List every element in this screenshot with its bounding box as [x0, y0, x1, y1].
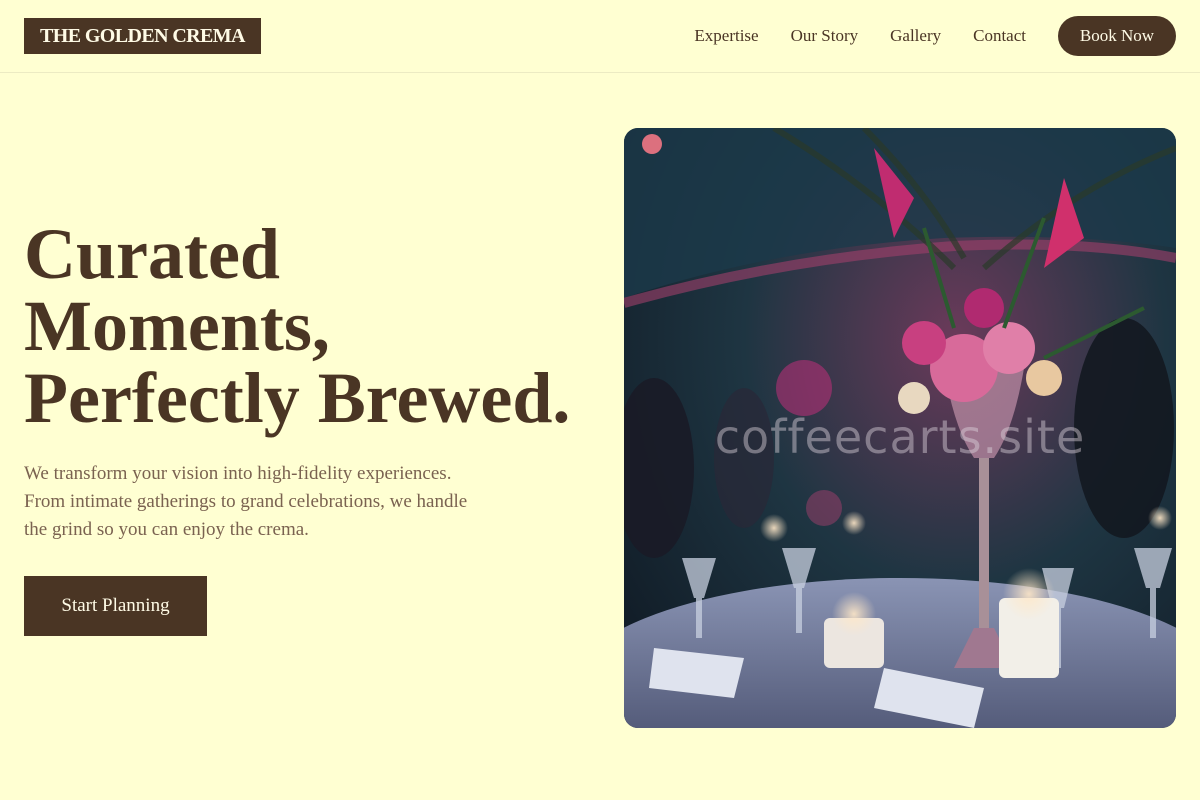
nav-link-our-story[interactable]: Our Story	[791, 26, 859, 46]
hero-subtitle: We transform your vision into high-fidel…	[24, 463, 468, 540]
hero-title-line-1: Curated	[24, 214, 280, 294]
book-now-button[interactable]: Book Now	[1058, 16, 1176, 56]
hero-title: Curated Moments, Perfectly Brewed.	[24, 218, 604, 434]
hero-title-line-2: Moments,	[24, 286, 330, 366]
hero-event-photo: coffeecarts.site	[624, 128, 1176, 728]
start-planning-button[interactable]: Start Planning	[24, 576, 207, 636]
nav-link-gallery[interactable]: Gallery	[890, 26, 941, 46]
nav-link-expertise[interactable]: Expertise	[694, 26, 758, 46]
image-watermark: coffeecarts.site	[714, 410, 1086, 464]
top-navbar: THE GOLDEN CREMA Expertise Our Story Gal…	[0, 0, 1200, 73]
brand-logo[interactable]: THE GOLDEN CREMA	[24, 18, 261, 54]
nav-link-contact[interactable]: Contact	[973, 26, 1026, 46]
main-nav: Expertise Our Story Gallery Contact Book…	[694, 16, 1176, 56]
hero-title-line-3: Perfectly Brewed.	[24, 358, 571, 438]
